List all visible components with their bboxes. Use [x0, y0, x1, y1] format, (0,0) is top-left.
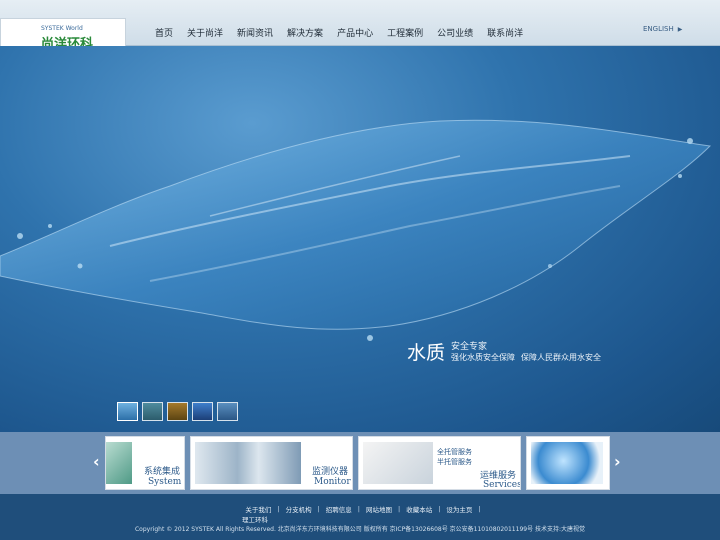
- top-bar: SYSTEK World 尚洋环科 首页 关于尚洋 新闻资讯 解决方案 产品中心…: [0, 0, 720, 52]
- logo[interactable]: SYSTEK World 尚洋环科: [0, 18, 126, 52]
- nav-item-cases[interactable]: 工程案例: [380, 22, 430, 43]
- product-title-en: Services: [483, 480, 521, 490]
- hero-slogan-1: 强化水质安全保障: [451, 353, 515, 362]
- product-card-services[interactable]: 全托管服务 半托管服务 运维服务 Services: [358, 436, 521, 490]
- footer-link-homepage[interactable]: 设为主页: [440, 504, 478, 514]
- system-image: [106, 442, 132, 484]
- carousel-next-button[interactable]: ›: [614, 452, 621, 471]
- copyright-text: Copyright © 2012 SYSTEK All Rights Reser…: [134, 526, 586, 533]
- footer-links: 关于我们 | 分支机构 | 招聘信息 | 网站地图 | 收藏本站 | 设为主页 |: [0, 504, 720, 514]
- product-card-monitor[interactable]: 监测仪器 Monitor: [190, 436, 353, 490]
- slide-thumb-3[interactable]: [167, 402, 188, 421]
- footer: 关于我们 | 分支机构 | 招聘信息 | 网站地图 | 收藏本站 | 设为主页 | 理工环科…: [0, 494, 720, 540]
- nav-item-performance[interactable]: 公司业绩: [430, 22, 480, 43]
- slide-thumb-4[interactable]: [192, 402, 213, 421]
- hero-title: 水质: [407, 342, 446, 364]
- footer-link-jobs[interactable]: 招聘信息: [320, 504, 358, 514]
- footer-link-sitemap[interactable]: 网站地图: [360, 504, 398, 514]
- product-title-en: System: [148, 477, 182, 487]
- language-switch[interactable]: ENGLISH ▶: [643, 25, 682, 33]
- service-option-full: 全托管服务: [437, 448, 472, 456]
- nav-item-products[interactable]: 产品中心: [330, 22, 380, 43]
- nav-item-about[interactable]: 关于尚洋: [180, 22, 230, 43]
- product-title-cn: 系统集成: [144, 467, 181, 477]
- nav-item-contact[interactable]: 联系尚洋: [480, 22, 530, 43]
- product-card-system[interactable]: 系统集成 System: [105, 436, 185, 490]
- nav-item-news[interactable]: 新闻资讯: [230, 22, 280, 43]
- service-option-half: 半托管服务: [437, 458, 472, 466]
- globe-image: [531, 442, 603, 484]
- hero-banner: 水质 安全专家 强化水质安全保障 保障人民群众用水安全: [0, 46, 720, 432]
- slide-thumb-5[interactable]: [217, 402, 238, 421]
- product-title-en: Monitor: [314, 477, 351, 487]
- product-card-globe[interactable]: [526, 436, 610, 490]
- logo-tagline: SYSTEK World: [41, 25, 83, 32]
- slide-thumb-2[interactable]: [142, 402, 163, 421]
- services-image: [363, 442, 433, 484]
- monitor-image: [195, 442, 301, 484]
- water-splash-image: [0, 119, 712, 341]
- product-carousel: ‹ 系统集成 System 监测仪器 Monitor 全托管服务 半托管服务 运…: [0, 432, 720, 494]
- footer-link-bookmark[interactable]: 收藏本站: [400, 504, 438, 514]
- hero-slogan-2: 保障人民群众用水安全: [521, 353, 601, 362]
- hero-subtitle: 安全专家: [451, 342, 488, 352]
- carousel-prev-button[interactable]: ‹: [93, 452, 100, 471]
- nav-item-solutions[interactable]: 解决方案: [280, 22, 330, 43]
- footer-link-branches[interactable]: 分支机构: [280, 504, 318, 514]
- main-nav: 首页 关于尚洋 新闻资讯 解决方案 产品中心 工程案例 公司业绩 联系尚洋: [148, 22, 530, 43]
- caret-right-icon: ▶: [677, 26, 683, 33]
- divider: |: [478, 505, 481, 513]
- slide-thumbnails: [117, 402, 238, 421]
- slide-thumb-1[interactable]: [117, 402, 138, 421]
- language-label: ENGLISH: [643, 25, 674, 33]
- nav-item-home[interactable]: 首页: [148, 22, 180, 43]
- product-title-cn: 监测仪器: [312, 467, 349, 477]
- footer-link-about[interactable]: 关于我们: [239, 504, 277, 514]
- footer-link-ligong[interactable]: 理工环科: [242, 514, 268, 524]
